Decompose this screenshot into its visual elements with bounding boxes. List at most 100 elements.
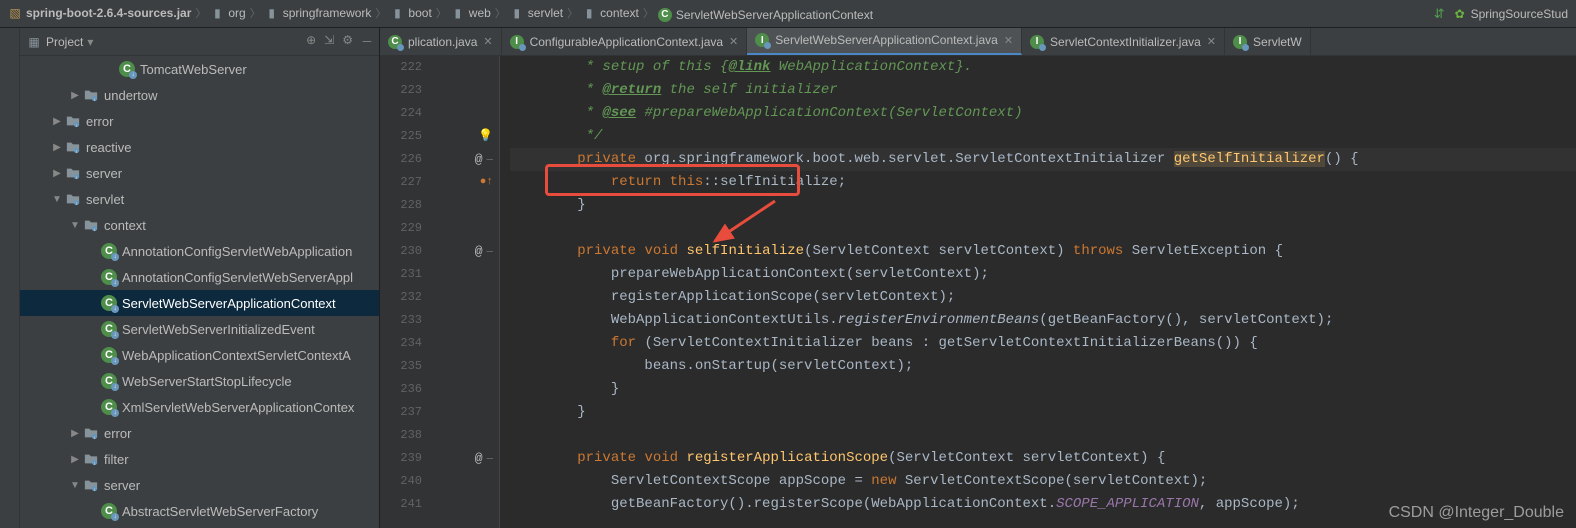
- chevron-icon[interactable]: ▶: [68, 428, 82, 439]
- code-line[interactable]: beans.onStartup(servletContext);: [510, 355, 1576, 378]
- tree-row[interactable]: ▶↓filter: [20, 446, 379, 472]
- breadcrumb-label: web: [469, 6, 491, 20]
- close-icon[interactable]: ✕: [483, 35, 492, 48]
- folder-icon: ↓: [82, 450, 100, 468]
- tree-item-label: servlet: [86, 192, 124, 207]
- code-line[interactable]: prepareWebApplicationContext(servletCont…: [510, 263, 1576, 286]
- tree-item-label: error: [86, 114, 113, 129]
- chevron-down-icon[interactable]: ▾: [87, 35, 93, 49]
- tree-item-label: XmlServletWebServerApplicationContex: [122, 400, 354, 415]
- breadcrumb-item[interactable]: ▮boot: [390, 6, 431, 20]
- breadcrumb-bar: ▧spring-boot-2.6.4-sources.jar〉▮org〉▮spr…: [0, 0, 1576, 28]
- chevron-icon[interactable]: ▶: [68, 90, 82, 101]
- tree-item-label: reactive: [86, 140, 132, 155]
- folder-icon: ↓: [82, 86, 100, 104]
- editor-tab[interactable]: IServletContextInitializer.java✕: [1022, 28, 1225, 55]
- sync-icon[interactable]: ⇵: [1434, 6, 1445, 22]
- chevron-icon[interactable]: ▶: [50, 116, 64, 127]
- code-line[interactable]: }: [510, 378, 1576, 401]
- code-line[interactable]: * @return the self initializer: [510, 79, 1576, 102]
- tool-window-stripe[interactable]: [0, 28, 20, 528]
- select-target-icon[interactable]: ⊕: [306, 33, 316, 50]
- tree-item-label: AnnotationConfigServletWebServerAppl: [122, 270, 353, 285]
- tree-row[interactable]: C↓WebServerStartStopLifecycle: [20, 368, 379, 394]
- code-line[interactable]: private void registerApplicationScope(Se…: [510, 447, 1576, 470]
- project-panel-header: ▦ Project ▾ ⊕ ⇲ ⚙ －: [20, 28, 379, 56]
- close-icon[interactable]: ✕: [1004, 34, 1013, 47]
- chevron-icon[interactable]: ▶: [68, 454, 82, 465]
- gutter-marker: [430, 332, 499, 355]
- breadcrumb-item[interactable]: ▮springframework: [265, 6, 372, 20]
- code-line[interactable]: private void selfInitialize(ServletConte…: [510, 240, 1576, 263]
- code-line[interactable]: }: [510, 401, 1576, 424]
- editor-tab[interactable]: IServletWebServerApplicationContext.java…: [747, 28, 1022, 55]
- breadcrumb-item[interactable]: ▮web: [451, 6, 491, 20]
- chevron-icon[interactable]: ▼: [68, 480, 82, 491]
- tree-row[interactable]: ▶↓server: [20, 160, 379, 186]
- chevron-icon[interactable]: ▼: [50, 194, 64, 205]
- code-line[interactable]: }: [510, 194, 1576, 217]
- tree-row[interactable]: C↓AnnotationConfigServletWebApplication: [20, 238, 379, 264]
- tree-row[interactable]: ▼↓context: [20, 212, 379, 238]
- hide-icon[interactable]: －: [361, 33, 373, 50]
- code-line[interactable]: * setup of this {@link WebApplicationCon…: [510, 56, 1576, 79]
- tree-row[interactable]: C↓AbstractServletWebServerFactory: [20, 498, 379, 524]
- folder-icon: ↓: [82, 424, 100, 442]
- code-line[interactable]: * @see #prepareWebApplicationContext(Ser…: [510, 102, 1576, 125]
- chevron-icon[interactable]: ▼: [68, 220, 82, 231]
- editor-tab[interactable]: IConfigurableApplicationContext.java✕: [502, 28, 748, 55]
- watermark: CSDN @Integer_Double: [1389, 504, 1564, 522]
- gear-icon[interactable]: ⚙: [342, 33, 353, 50]
- editor[interactable]: 2222232242252262272282292302312322332342…: [380, 56, 1576, 528]
- chevron-icon[interactable]: ▶: [50, 168, 64, 179]
- code-line[interactable]: registerApplicationScope(servletContext)…: [510, 286, 1576, 309]
- code-line[interactable]: [510, 424, 1576, 447]
- tree-row[interactable]: C↓TomcatWebServer: [20, 56, 379, 82]
- close-icon[interactable]: ✕: [729, 35, 738, 48]
- tree-row[interactable]: ▼↓server: [20, 472, 379, 498]
- folder-icon: ↓: [64, 138, 82, 156]
- tree-row[interactable]: ▼↓servlet: [20, 186, 379, 212]
- class-icon: C↓: [100, 502, 118, 520]
- chevron-icon[interactable]: ▶: [50, 142, 64, 153]
- tab-label: ServletW: [1253, 35, 1302, 49]
- tree-row[interactable]: ▶↓ reactive: [20, 134, 379, 160]
- project-tree[interactable]: C↓TomcatWebServer▶↓undertow▶↓error▶↓reac…: [20, 56, 379, 528]
- gutter-marker: [430, 424, 499, 447]
- line-number: 227: [380, 171, 422, 194]
- tree-row[interactable]: C↓ ServletWebServerApplicationContext: [20, 290, 379, 316]
- class-icon: C↓: [100, 294, 118, 312]
- gutter-marker: [430, 217, 499, 240]
- breadcrumb-item[interactable]: ▮context: [582, 6, 639, 20]
- code-line[interactable]: */: [510, 125, 1576, 148]
- tree-row[interactable]: C↓AnnotationConfigServletWebServerAppl: [20, 264, 379, 290]
- line-number: 240: [380, 470, 422, 493]
- code-line[interactable]: for (ServletContextInitializer beans : g…: [510, 332, 1576, 355]
- tree-row[interactable]: C↓XmlServletWebServerApplicationContex: [20, 394, 379, 420]
- tree-row[interactable]: C↓WebApplicationContextServletContextA: [20, 342, 379, 368]
- editor-tab[interactable]: Cplication.java✕: [380, 28, 502, 55]
- tree-row[interactable]: ▶↓undertow: [20, 82, 379, 108]
- marker-gutter: 💡@⎯●↑@⎯@⎯: [430, 56, 500, 528]
- breadcrumb-item[interactable]: ▧spring-boot-2.6.4-sources.jar: [8, 6, 191, 20]
- code-area[interactable]: * setup of this {@link WebApplicationCon…: [500, 56, 1576, 528]
- tree-row[interactable]: ▶↓error: [20, 420, 379, 446]
- line-number: 222: [380, 56, 422, 79]
- breadcrumb-item[interactable]: ▮org: [210, 6, 245, 20]
- right-toolbar-item[interactable]: ✿ SpringSourceStud: [1453, 7, 1568, 21]
- code-line[interactable]: WebApplicationContextUtils.registerEnvir…: [510, 309, 1576, 332]
- expand-icon[interactable]: ⇲: [324, 33, 334, 50]
- tree-row[interactable]: C↓ServletWebServerInitializedEvent: [20, 316, 379, 342]
- close-icon[interactable]: ✕: [1207, 35, 1216, 48]
- code-line[interactable]: [510, 217, 1576, 240]
- code-line[interactable]: ServletContextScope appScope = new Servl…: [510, 470, 1576, 493]
- tree-item-label: ServletWebServerApplicationContext: [122, 296, 336, 311]
- breadcrumb-item[interactable]: ▮servlet: [510, 6, 563, 20]
- breadcrumb-item[interactable]: CServletWebServerApplicationContext: [658, 8, 873, 22]
- editor-tab[interactable]: IServletW: [1225, 28, 1311, 55]
- gutter-marker: [430, 309, 499, 332]
- tab-label: ConfigurableApplicationContext.java: [530, 35, 723, 49]
- tree-row[interactable]: ▶↓ error: [20, 108, 379, 134]
- folder-icon: ↓: [64, 112, 82, 130]
- breadcrumb-label: org: [228, 6, 245, 20]
